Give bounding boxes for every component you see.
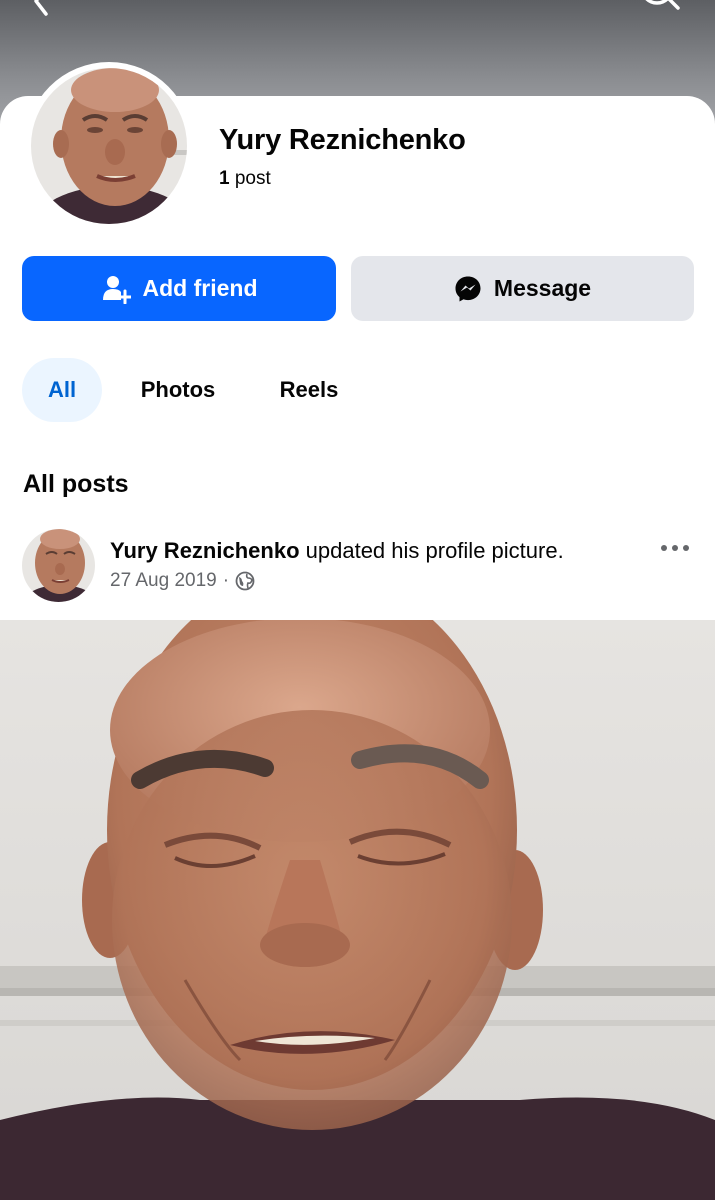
- profile-avatar[interactable]: [25, 62, 193, 230]
- more-dot: [672, 545, 678, 551]
- more-dot: [683, 545, 689, 551]
- post-count: 1 post: [219, 168, 271, 190]
- more-dot: [661, 545, 667, 551]
- profile-name: Yury Reznichenko: [219, 124, 466, 156]
- tab-all[interactable]: All: [22, 358, 102, 422]
- tab-photos[interactable]: Photos: [126, 358, 230, 422]
- globe-icon: [235, 571, 255, 591]
- profile-picture: [31, 68, 187, 224]
- add-friend-icon: [102, 275, 131, 304]
- back-arrow-icon[interactable]: [26, 0, 56, 16]
- tab-reels[interactable]: Reels: [266, 358, 352, 422]
- post-meta: 27 Aug 2019 ·: [110, 570, 255, 592]
- post-photo[interactable]: [0, 620, 715, 1200]
- post-headline: Yury Reznichenko updated his profile pic…: [110, 538, 564, 564]
- messenger-icon: [455, 276, 481, 301]
- post-count-label: post: [234, 168, 271, 189]
- post-count-number: 1: [219, 168, 230, 189]
- post-date[interactable]: 27 Aug 2019: [110, 570, 217, 592]
- add-friend-label: Add friend: [142, 275, 258, 301]
- search-icon[interactable]: [636, 0, 682, 14]
- post-author-avatar[interactable]: [22, 529, 95, 602]
- section-title: All posts: [23, 470, 129, 498]
- post-action-text: updated his profile picture.: [305, 538, 564, 563]
- add-friend-button[interactable]: Add friend: [22, 256, 336, 321]
- post-avatar-picture: [22, 529, 95, 602]
- post-author-name[interactable]: Yury Reznichenko: [110, 538, 300, 563]
- profile-picture-large: [0, 620, 715, 1200]
- message-label: Message: [493, 275, 592, 301]
- meta-separator: ·: [222, 570, 230, 591]
- message-button[interactable]: Message: [351, 256, 694, 321]
- more-options-icon[interactable]: [655, 536, 695, 560]
